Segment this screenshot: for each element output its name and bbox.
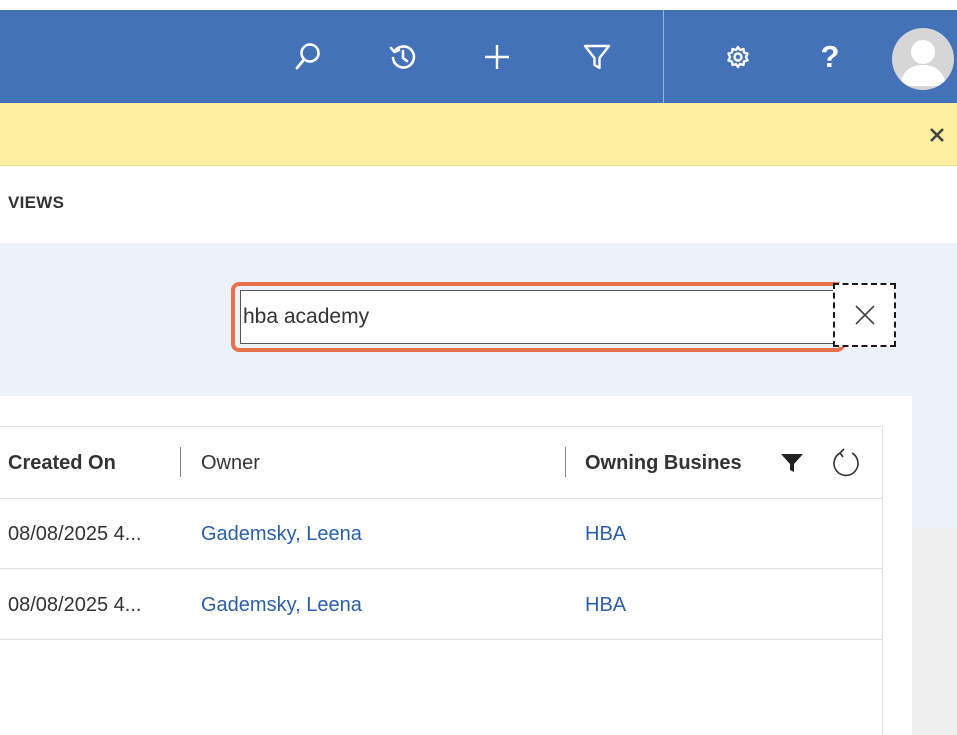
search-button[interactable] [286,10,330,103]
owner-link[interactable]: Gademsky, Leena [201,570,362,640]
filter-icon [781,454,803,472]
recent-history-icon [389,44,416,69]
top-navigation-bar: ? [0,10,957,103]
views-label[interactable]: VIEWS [8,193,64,213]
table-row[interactable]: 08/08/2025 4... Gademsky, Leena HBA [0,499,882,569]
column-separator[interactable] [565,447,566,477]
filter-button[interactable] [772,427,812,499]
owner-link[interactable]: Gademsky, Leena [201,499,362,569]
gear-icon [727,45,749,68]
column-header-created-on[interactable]: Created On [8,427,173,499]
search-icon [295,42,320,69]
table-row[interactable]: 08/08/2025 4... Gademsky, Leena HBA [0,570,882,640]
filter-icon [583,44,611,69]
new-record-button[interactable] [475,10,519,103]
settings-button[interactable] [718,10,758,103]
column-separator[interactable] [180,447,181,477]
side-strip [912,528,957,735]
owning-business-link[interactable]: HBA [585,570,626,640]
search-input[interactable] [240,290,836,344]
notification-bar [0,103,957,166]
created-on-cell: 08/08/2025 4... [8,522,142,545]
user-avatar[interactable] [892,28,954,90]
notification-close-button[interactable] [921,103,953,166]
refresh-button[interactable] [826,427,866,499]
column-header-owning-business[interactable]: Owning Busines [585,427,765,499]
advanced-find-button[interactable] [575,10,619,103]
close-icon [854,305,875,325]
user-avatar-icon [900,40,946,86]
created-on-cell: 08/08/2025 4... [8,593,142,616]
recent-history-button[interactable] [381,10,425,103]
plus-icon [485,44,509,69]
help-button[interactable]: ? [810,10,850,103]
records-grid: Created On Owner Owning Busines 08/08/20… [0,396,912,735]
help-icon: ? [820,38,840,74]
owning-business-link[interactable]: HBA [585,499,626,569]
toolbar-divider [663,10,664,103]
grid-body: Created On Owner Owning Busines 08/08/20… [0,426,883,735]
clear-search-button[interactable] [833,283,896,347]
close-icon [930,127,944,142]
refresh-icon [833,448,859,477]
grid-header: Created On Owner Owning Busines [0,427,882,499]
column-header-owner[interactable]: Owner [201,427,551,499]
